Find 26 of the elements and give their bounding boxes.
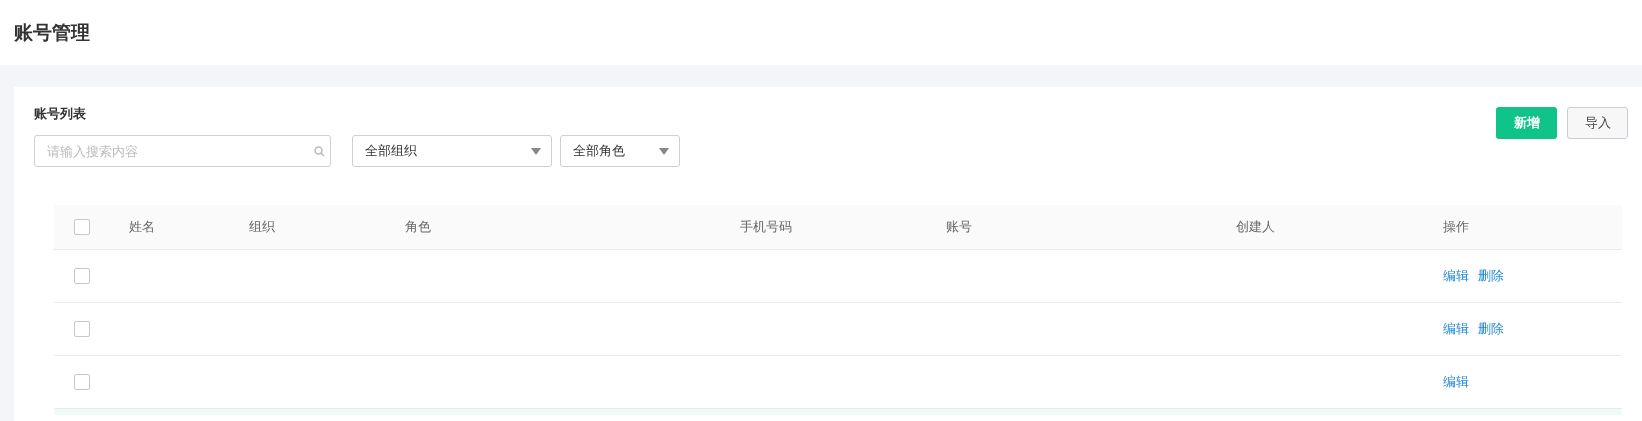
import-button[interactable]: 导入	[1567, 107, 1628, 139]
select-all-checkbox[interactable]	[74, 219, 90, 235]
filter-dropdown[interactable]: 全部组织	[352, 135, 552, 167]
action-link[interactable]: 编辑	[1443, 320, 1469, 338]
filter-dropdown[interactable]: 全部角色	[560, 135, 680, 167]
column-header: 创建人	[1236, 219, 1275, 234]
search-icon	[314, 146, 325, 157]
column-header: 账号	[946, 219, 972, 234]
caret-icon	[659, 147, 669, 155]
row-checkbox[interactable]	[74, 268, 90, 284]
action-link[interactable]: 编辑	[1443, 373, 1469, 391]
caret-icon	[531, 147, 541, 155]
column-header: 操作	[1443, 219, 1469, 234]
column-header: 手机号码	[740, 219, 792, 234]
action-link[interactable]: 编辑	[1443, 267, 1469, 285]
column-header: 姓名	[129, 219, 155, 234]
add-button[interactable]: 新增	[1496, 107, 1557, 139]
column-header: 角色	[405, 219, 431, 234]
row-checkbox[interactable]	[74, 321, 90, 337]
column-header: 组织	[249, 219, 275, 234]
action-link[interactable]: 删除	[1478, 267, 1504, 285]
search-field[interactable]: 请输入搜索内容	[34, 135, 331, 167]
row-checkbox[interactable]	[74, 374, 90, 390]
page-title: 账号管理	[14, 19, 90, 45]
panel-title: 账号列表	[34, 105, 87, 123]
action-link[interactable]: 删除	[1478, 320, 1504, 338]
